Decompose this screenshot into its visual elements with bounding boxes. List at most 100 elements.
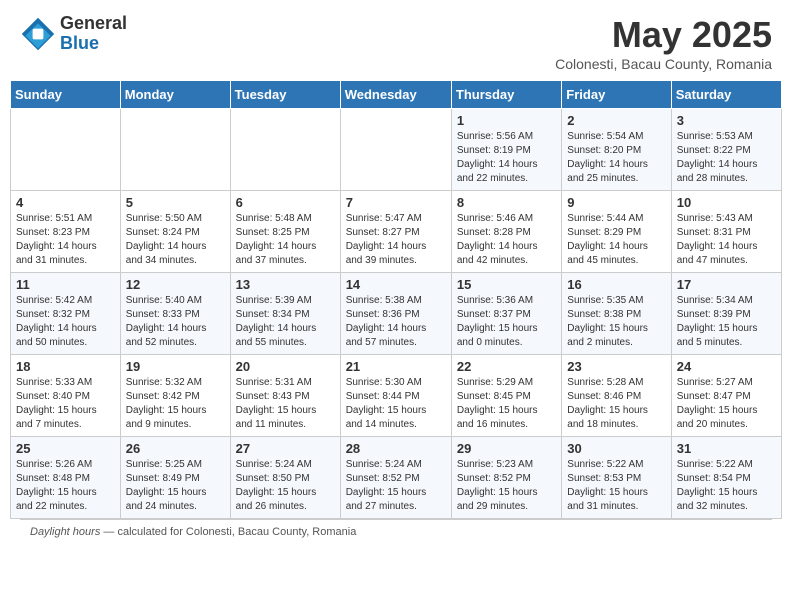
day-number: 22 <box>457 359 556 374</box>
day-info: Sunrise: 5:44 AM Sunset: 8:29 PM Dayligh… <box>567 212 665 268</box>
calendar-table: SundayMondayTuesdayWednesdayThursdayFrid… <box>10 80 782 519</box>
logo-icon <box>20 16 56 52</box>
day-cell: 20Sunrise: 5:31 AM Sunset: 8:43 PM Dayli… <box>230 355 340 437</box>
day-cell <box>340 109 451 191</box>
day-number: 30 <box>567 441 665 456</box>
day-cell: 9Sunrise: 5:44 AM Sunset: 8:29 PM Daylig… <box>562 191 671 273</box>
day-info: Sunrise: 5:28 AM Sunset: 8:46 PM Dayligh… <box>567 376 665 432</box>
day-cell: 13Sunrise: 5:39 AM Sunset: 8:34 PM Dayli… <box>230 273 340 355</box>
footer-note: — <box>103 526 117 538</box>
day-info: Sunrise: 5:25 AM Sunset: 8:49 PM Dayligh… <box>126 458 225 514</box>
day-cell <box>230 109 340 191</box>
col-header-wednesday: Wednesday <box>340 81 451 109</box>
footer: Daylight hours — calculated for Colonest… <box>20 519 772 544</box>
location: Colonesti, Bacau County, Romania <box>555 56 772 72</box>
day-cell: 28 Sunrise: 5:24 AM Sunset: 8:52 PM Dayli… <box>340 437 451 519</box>
day-info: Sunrise: 5:43 AM Sunset: 8:31 PM Dayligh… <box>677 212 776 268</box>
day-number: 25 <box>16 441 115 456</box>
col-header-tuesday: Tuesday <box>230 81 340 109</box>
day-info: Sunrise: 5:46 AM Sunset: 8:28 PM Dayligh… <box>457 212 556 268</box>
day-cell: 8 Sunrise: 5:46 AM Sunset: 8:28 PM Daylig… <box>451 191 561 273</box>
col-header-sunday: Sunday <box>11 81 121 109</box>
day-number: 16 <box>567 277 665 292</box>
col-header-friday: Friday <box>562 81 671 109</box>
col-header-saturday: Saturday <box>671 81 781 109</box>
day-cell: 31 Sunrise: 5:22 AM Sunset: 8:54 PM Dayli… <box>671 437 781 519</box>
day-info: Sunrise: 5:39 AM Sunset: 8:34 PM Dayligh… <box>236 294 335 350</box>
day-number: 7 <box>346 195 446 210</box>
day-info: Sunrise: 5:30 AM Sunset: 8:44 PM Dayligh… <box>346 376 446 432</box>
day-info: Sunrise: 5:24 AM Sunset: 8:50 PM Dayligh… <box>236 458 335 514</box>
day-number: 10 <box>677 195 776 210</box>
footer-detail: calculated for Colonesti, Bacau County, … <box>117 526 356 538</box>
logo-blue: Blue <box>60 34 127 54</box>
title-area: May 2025 Colonesti, Bacau County, Romani… <box>555 14 772 72</box>
col-header-monday: Monday <box>120 81 230 109</box>
day-info: Sunrise: 5:56 AM Sunset: 8:19 PM Dayligh… <box>457 130 556 186</box>
day-cell: 24Sunrise: 5:27 AM Sunset: 8:47 PM Dayli… <box>671 355 781 437</box>
day-cell: 29 Sunrise: 5:23 AM Sunset: 8:52 PM Dayli… <box>451 437 561 519</box>
day-cell: 4Sunrise: 5:51 AM Sunset: 8:23 PM Daylig… <box>11 191 121 273</box>
logo-general: General <box>60 14 127 34</box>
day-number: 31 <box>677 441 776 456</box>
day-cell: 22 Sunrise: 5:29 AM Sunset: 8:45 PM Dayli… <box>451 355 561 437</box>
day-info: Sunrise: 5:51 AM Sunset: 8:23 PM Dayligh… <box>16 212 115 268</box>
day-number: 6 <box>236 195 335 210</box>
day-number: 23 <box>567 359 665 374</box>
day-cell <box>120 109 230 191</box>
day-cell: 12Sunrise: 5:40 AM Sunset: 8:33 PM Dayli… <box>120 273 230 355</box>
day-number: 17 <box>677 277 776 292</box>
day-number: 27 <box>236 441 335 456</box>
day-info: Sunrise: 5:26 AM Sunset: 8:48 PM Dayligh… <box>16 458 115 514</box>
day-cell: 6Sunrise: 5:48 AM Sunset: 8:25 PM Daylig… <box>230 191 340 273</box>
day-cell: 17 Sunrise: 5:34 AM Sunset: 8:39 PM Dayli… <box>671 273 781 355</box>
day-cell: 19 Sunrise: 5:32 AM Sunset: 8:42 PM Dayli… <box>120 355 230 437</box>
logo: General Blue <box>20 14 127 54</box>
day-number: 29 <box>457 441 556 456</box>
day-cell: 14 Sunrise: 5:38 AM Sunset: 8:36 PM Dayli… <box>340 273 451 355</box>
day-number: 19 <box>126 359 225 374</box>
day-number: 8 <box>457 195 556 210</box>
day-cell: 16 Sunrise: 5:35 AM Sunset: 8:38 PM Dayli… <box>562 273 671 355</box>
day-info: Sunrise: 5:33 AM Sunset: 8:40 PM Dayligh… <box>16 376 115 432</box>
day-number: 5 <box>126 195 225 210</box>
week-row-2: 4Sunrise: 5:51 AM Sunset: 8:23 PM Daylig… <box>11 191 782 273</box>
header: General Blue May 2025 Colonesti, Bacau C… <box>0 0 792 80</box>
day-cell: 15Sunrise: 5:36 AM Sunset: 8:37 PM Dayli… <box>451 273 561 355</box>
day-number: 3 <box>677 113 776 128</box>
day-info: Sunrise: 5:54 AM Sunset: 8:20 PM Dayligh… <box>567 130 665 186</box>
day-info: Sunrise: 5:53 AM Sunset: 8:22 PM Dayligh… <box>677 130 776 186</box>
day-info: Sunrise: 5:29 AM Sunset: 8:45 PM Dayligh… <box>457 376 556 432</box>
day-info: Sunrise: 5:31 AM Sunset: 8:43 PM Dayligh… <box>236 376 335 432</box>
week-row-1: 1 Sunrise: 5:56 AM Sunset: 8:19 PM Daylig… <box>11 109 782 191</box>
day-number: 24 <box>677 359 776 374</box>
day-number: 2 <box>567 113 665 128</box>
day-number: 14 <box>346 277 446 292</box>
day-cell: 3 Sunrise: 5:53 AM Sunset: 8:22 PM Daylig… <box>671 109 781 191</box>
day-info: Sunrise: 5:40 AM Sunset: 8:33 PM Dayligh… <box>126 294 225 350</box>
day-number: 1 <box>457 113 556 128</box>
week-row-4: 18 Sunrise: 5:33 AM Sunset: 8:40 PM Dayli… <box>11 355 782 437</box>
col-header-thursday: Thursday <box>451 81 561 109</box>
day-info: Sunrise: 5:32 AM Sunset: 8:42 PM Dayligh… <box>126 376 225 432</box>
day-number: 18 <box>16 359 115 374</box>
header-row: SundayMondayTuesdayWednesdayThursdayFrid… <box>11 81 782 109</box>
calendar-wrapper: SundayMondayTuesdayWednesdayThursdayFrid… <box>0 80 792 554</box>
day-info: Sunrise: 5:24 AM Sunset: 8:52 PM Dayligh… <box>346 458 446 514</box>
day-number: 28 <box>346 441 446 456</box>
day-info: Sunrise: 5:42 AM Sunset: 8:32 PM Dayligh… <box>16 294 115 350</box>
day-info: Sunrise: 5:38 AM Sunset: 8:36 PM Dayligh… <box>346 294 446 350</box>
day-info: Sunrise: 5:35 AM Sunset: 8:38 PM Dayligh… <box>567 294 665 350</box>
day-info: Sunrise: 5:22 AM Sunset: 8:53 PM Dayligh… <box>567 458 665 514</box>
day-cell: 26 Sunrise: 5:25 AM Sunset: 8:49 PM Dayli… <box>120 437 230 519</box>
day-number: 26 <box>126 441 225 456</box>
day-cell: 23 Sunrise: 5:28 AM Sunset: 8:46 PM Dayli… <box>562 355 671 437</box>
day-cell: 27 Sunrise: 5:24 AM Sunset: 8:50 PM Dayli… <box>230 437 340 519</box>
day-info: Sunrise: 5:23 AM Sunset: 8:52 PM Dayligh… <box>457 458 556 514</box>
week-row-3: 11Sunrise: 5:42 AM Sunset: 8:32 PM Dayli… <box>11 273 782 355</box>
day-cell: 5 Sunrise: 5:50 AM Sunset: 8:24 PM Daylig… <box>120 191 230 273</box>
day-info: Sunrise: 5:34 AM Sunset: 8:39 PM Dayligh… <box>677 294 776 350</box>
day-info: Sunrise: 5:50 AM Sunset: 8:24 PM Dayligh… <box>126 212 225 268</box>
day-info: Sunrise: 5:22 AM Sunset: 8:54 PM Dayligh… <box>677 458 776 514</box>
day-number: 21 <box>346 359 446 374</box>
